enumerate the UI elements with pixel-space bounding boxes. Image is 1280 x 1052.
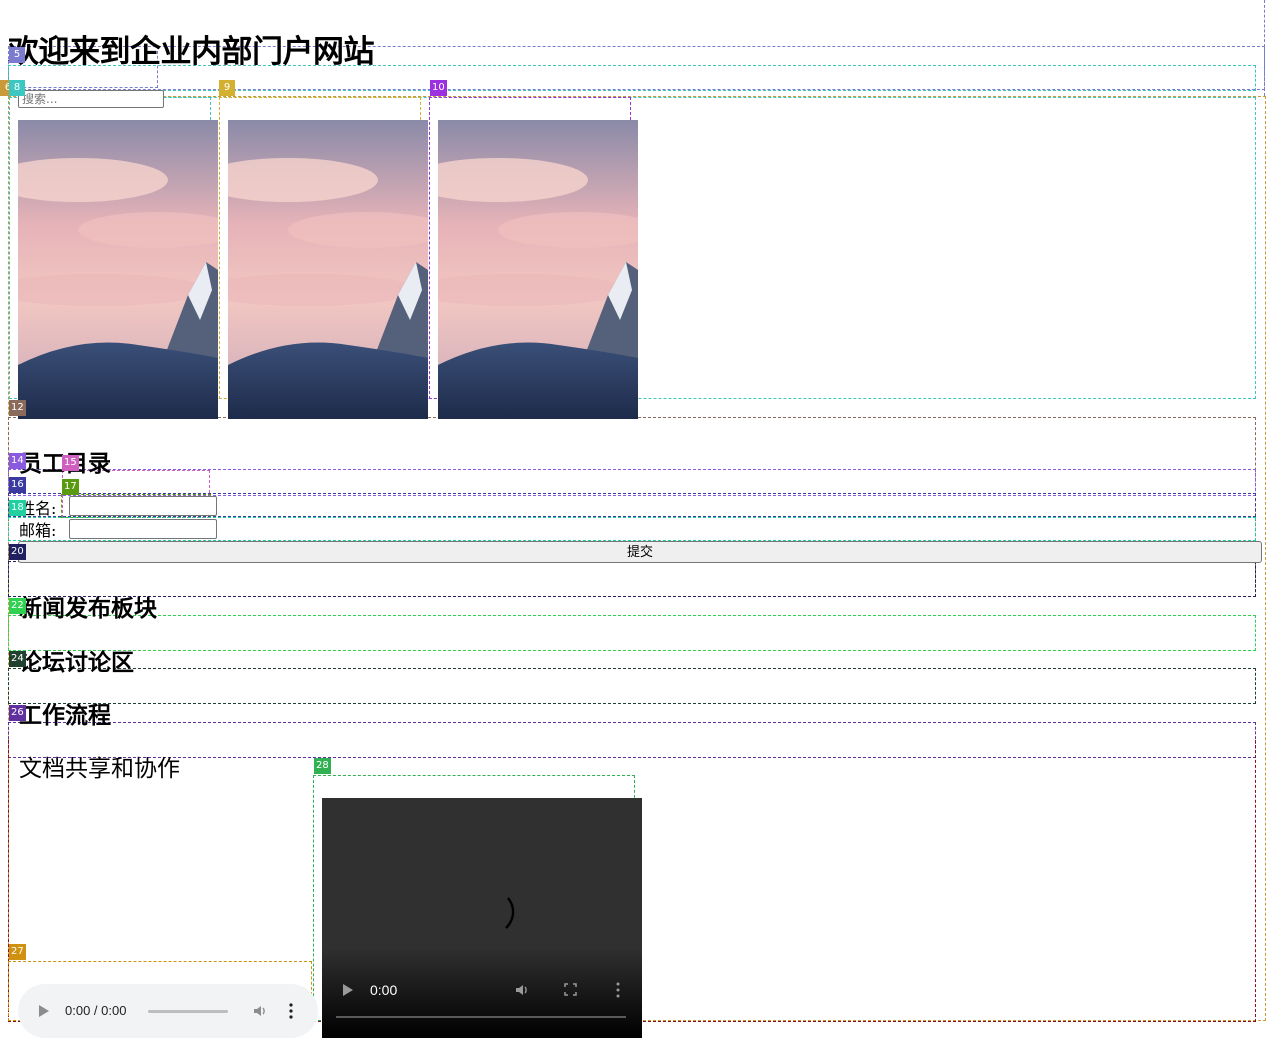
overlay-tag: 8 (9, 80, 25, 96)
overlay-tag: 10 (430, 80, 447, 96)
overlay-tag: 28 (314, 758, 331, 774)
video-progress-track[interactable] (336, 1016, 626, 1018)
section-heading-news: 新闻发布板块 (19, 595, 157, 622)
more-options-icon[interactable] (616, 982, 620, 998)
name-field[interactable] (69, 496, 217, 516)
overlay-tag: 14 (9, 453, 26, 469)
volume-icon[interactable] (252, 1003, 268, 1019)
overlay-tag: 17 (62, 479, 79, 495)
overlay-box-news (8, 615, 1256, 651)
audio-player[interactable]: 0:00 / 0:00 (18, 984, 318, 1038)
overlay-tag: 5 (9, 47, 25, 63)
overlay-tag: 15 (62, 455, 79, 471)
submit-button[interactable]: 提交 (18, 541, 1262, 563)
loading-spinner-icon (505, 897, 515, 929)
overlay-box-forum (8, 668, 1256, 704)
gallery-image (18, 120, 218, 419)
volume-icon[interactable] (513, 982, 531, 998)
overlay-tag: 22 (9, 598, 26, 614)
gallery-image (228, 120, 428, 419)
section-heading-documents: 文档共享和协作 (19, 756, 180, 782)
email-label: 邮箱: (19, 521, 57, 540)
gallery-image (438, 120, 638, 419)
overlay-tag: 12 (9, 400, 26, 416)
overlay-box-submit (8, 561, 1256, 597)
overlay-tag: 16 (9, 477, 26, 493)
overlay-box-dir-heading (8, 452, 1256, 470)
overlay-tag: 27 (9, 944, 26, 960)
overlay-right-edge (1264, 0, 1265, 96)
section-heading-forum: 论坛讨论区 (19, 649, 134, 676)
overlay-tag: 20 (9, 544, 26, 560)
more-options-icon[interactable] (289, 1003, 293, 1019)
email-field[interactable] (69, 519, 217, 539)
overlay-tag: 9 (219, 80, 235, 96)
audio-progress-track[interactable] (148, 1010, 228, 1013)
section-heading-workflow: 工作流程 (19, 702, 111, 729)
overlay-tag: 24 (9, 651, 26, 667)
video-player[interactable]: 0:00 (322, 798, 642, 1038)
overlay-tag: 26 (9, 705, 26, 721)
fullscreen-icon[interactable] (564, 983, 577, 996)
play-icon[interactable] (342, 983, 354, 997)
play-icon[interactable] (38, 1004, 50, 1018)
overlay-tag: 18 (9, 500, 26, 516)
video-time: 0:00 (370, 982, 398, 998)
page-title: 欢迎来到企业内部门户网站 (8, 34, 375, 70)
audio-time: 0:00 / 0:00 (65, 1003, 127, 1018)
search-input[interactable] (18, 90, 164, 108)
